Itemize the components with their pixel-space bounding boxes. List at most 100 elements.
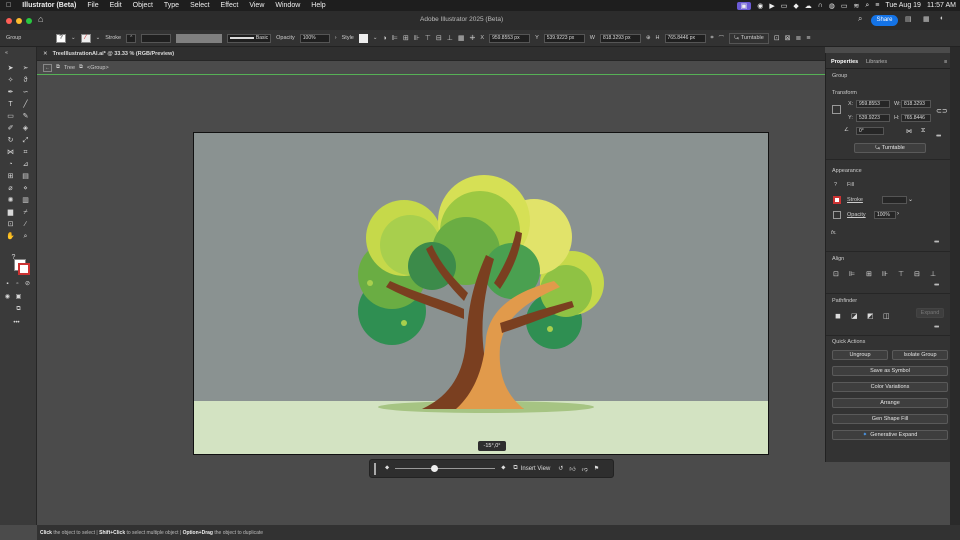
more-align-options[interactable]: ••• (934, 282, 939, 289)
none-mode-icon[interactable]: ⊘ (23, 280, 32, 289)
x-field[interactable]: 959.8553 (856, 100, 890, 108)
style-dropdown-icon[interactable]: ⌄ (373, 35, 378, 41)
w-field[interactable]: 818.3293 px (599, 33, 641, 43)
paintbrush-tool-icon[interactable]: ✎ (21, 112, 30, 121)
insert-view-button[interactable]: ⧉ Insert View (513, 465, 550, 472)
apple-icon[interactable]:  (6, 2, 11, 9)
edit-toolbar-icon[interactable]: ••• (12, 319, 21, 328)
magic-wand-tool-icon[interactable]: ✧ (6, 76, 15, 85)
align-bottom-edges-icon[interactable]: ⊥ (930, 270, 936, 278)
direct-selection-tool-icon[interactable]: ➣ (21, 64, 30, 73)
x-field[interactable]: 959.8553 px (489, 33, 531, 43)
stroke-swatch[interactable] (833, 196, 841, 204)
menu-effect[interactable]: Effect (221, 2, 239, 9)
fill-unknown-icon[interactable]: ? (834, 182, 837, 188)
more-pathfinder-options[interactable]: ••• (934, 324, 939, 331)
opacity-field[interactable]: 100% (299, 33, 330, 43)
fx-button[interactable]: fx. (831, 230, 837, 236)
reference-point-grid[interactable] (832, 105, 841, 114)
wifi-icon[interactable]: ≋ (854, 2, 860, 10)
exclude-icon[interactable]: ◫ (883, 312, 890, 320)
column-graph-tool-icon[interactable]: ▥ (21, 196, 30, 205)
isolate-icon[interactable]: ⊡ (774, 34, 780, 42)
rotate-left-icon[interactable]: ⬥ (385, 465, 389, 472)
warp-icon[interactable]: ⌒ (719, 34, 725, 42)
user-icon[interactable]: ◍ (829, 2, 835, 10)
play-icon[interactable]: ▶ (769, 2, 774, 10)
menu-help[interactable]: Help (311, 2, 325, 9)
align-top-edges-icon[interactable]: ⊤ (898, 270, 904, 278)
bar-graph-tool-icon[interactable]: ▆ (6, 208, 15, 217)
share-button[interactable]: Share (871, 15, 898, 26)
selection-tool-icon[interactable]: ➤ (6, 64, 15, 73)
stroke-weight-dropdown[interactable] (141, 33, 172, 43)
turntable-panel-button[interactable]: ⤿ Turntable (854, 143, 926, 153)
slider-knob[interactable] (430, 464, 438, 472)
mesh-tool-icon[interactable]: ⊞ (6, 172, 15, 181)
align-right-edges-icon[interactable]: ⊪ (882, 270, 888, 278)
ungroup-button[interactable]: Ungroup (832, 350, 888, 360)
constrain-proportions-icon[interactable]: ⊂⊃ (936, 107, 948, 115)
pen-tool-icon[interactable]: ✒ (6, 88, 15, 97)
draw-mode-icon[interactable]: ◉ (3, 293, 12, 302)
menu-type[interactable]: Type (164, 2, 179, 9)
close-window-button[interactable] (6, 18, 12, 24)
perspective-grid-tool-icon[interactable]: ⊿ (21, 160, 30, 169)
variable-width-swatch[interactable] (176, 33, 223, 43)
stroke-style-dropdown[interactable]: Basic (227, 33, 272, 43)
layout-icon[interactable]: ▤ (905, 15, 912, 23)
width-tool-icon[interactable]: ⋈ (6, 148, 15, 157)
blend-tool-icon[interactable]: ⋄ (21, 184, 30, 193)
align-left-icon[interactable]: ⊫ (392, 34, 398, 42)
h-field[interactable]: 765.8446 (901, 114, 931, 122)
opacity-dropdown-icon[interactable]: › (335, 35, 337, 41)
reset-icon[interactable]: ↺ (558, 465, 563, 472)
opacity-field[interactable]: 100% (874, 211, 896, 219)
rotate-right-icon[interactable]: ⬥ (501, 465, 505, 472)
fill-stroke-widget[interactable] (8, 259, 30, 277)
stroke-weight-field[interactable] (882, 196, 907, 204)
tab-properties[interactable]: Properties (831, 59, 858, 65)
artboard-nav-icon[interactable]: ⧉ (14, 305, 23, 314)
opacity-dropdown-icon[interactable]: › (897, 211, 899, 217)
turntable-slider[interactable] (395, 464, 496, 473)
screen-mode-icon[interactable]: ▣ (14, 293, 23, 302)
intersect-icon[interactable]: ◩ (867, 312, 874, 320)
flip-vertical-icon[interactable]: ⧖ (921, 128, 925, 135)
close-tab-icon[interactable]: ✕ (43, 51, 48, 57)
lasso-tool-icon[interactable]: ϑ (21, 76, 30, 85)
turntable-button[interactable]: ⤿ Turntable (729, 32, 769, 44)
back-arrow-icon[interactable]: ← (43, 63, 52, 72)
cloud-icon[interactable]: ☁ (805, 2, 812, 10)
h-field[interactable]: 765.8446 px (664, 33, 706, 43)
menu-object[interactable]: Object (133, 2, 153, 9)
knife-tool-icon[interactable]: ∕ (21, 220, 30, 229)
transform-icon[interactable]: ⌗ (711, 35, 714, 42)
rotate-field[interactable]: 0° (856, 127, 884, 135)
align-top-icon[interactable]: ⊤ (425, 34, 431, 42)
artboard-tool-icon[interactable]: ⊡ (6, 220, 15, 229)
align-left-edges-icon[interactable]: ⊫ (849, 270, 855, 278)
shaper-tool-icon[interactable]: ✐ (6, 124, 15, 133)
menu-file[interactable]: File (87, 2, 98, 9)
generative-expand-button[interactable]: ✦ Generative Expand (832, 430, 948, 440)
record-icon[interactable]: ◉ (757, 2, 763, 10)
rectangle-tool-icon[interactable]: ▭ (6, 112, 15, 121)
drag-handle-icon[interactable] (374, 462, 376, 475)
more-transform-options[interactable]: ••• (936, 133, 941, 140)
curvature-tool-icon[interactable]: ∽ (21, 88, 30, 97)
align-to-icon[interactable]: ⊡ (833, 270, 839, 278)
menu-view[interactable]: View (249, 2, 264, 9)
align-right-icon[interactable]: ⊪ (414, 34, 420, 42)
zoom-tool-icon[interactable]: ⌕ (21, 232, 30, 241)
isolate-group-button[interactable]: Isolate Group (892, 350, 948, 360)
minus-front-icon[interactable]: ◪ (851, 312, 858, 320)
envelope-icon[interactable]: ⊠ (785, 34, 791, 42)
battery-icon[interactable]: ▭ (841, 2, 848, 10)
document-tab-title[interactable]: TreeIllustrationAI.ai* @ 33.33 % (RGB/Pr… (53, 51, 175, 57)
constrain-icon[interactable]: ⊕ (646, 35, 651, 41)
artboard[interactable] (193, 132, 769, 455)
menu-window[interactable]: Window (275, 2, 300, 9)
search-icon[interactable]: ⌕ (865, 2, 869, 10)
opacity-swatch[interactable] (833, 211, 841, 219)
